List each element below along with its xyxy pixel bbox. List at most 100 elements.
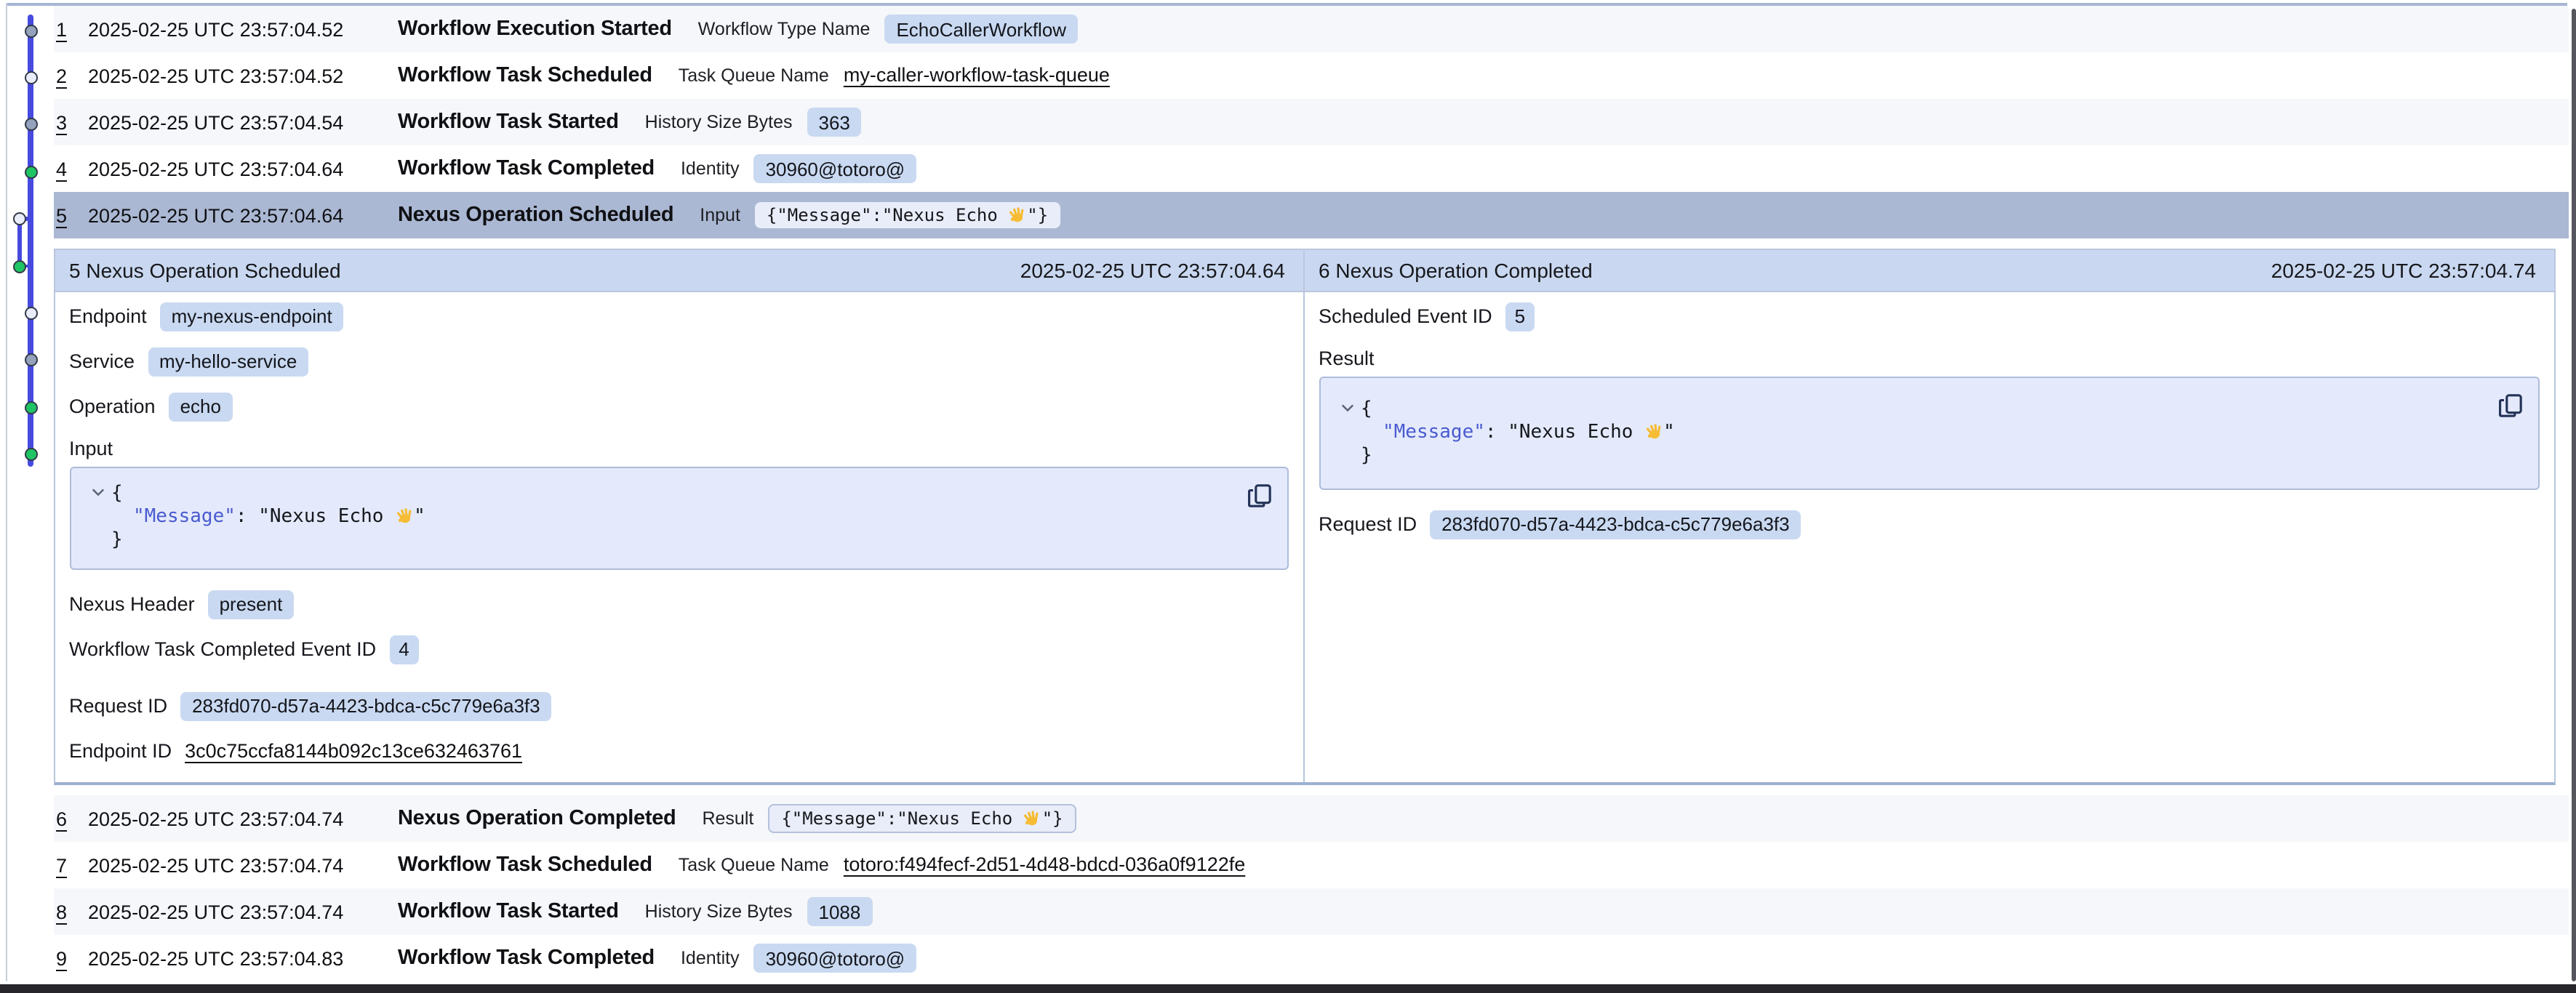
event-row-9[interactable]: 92025-02-25 UTC 23:57:04.83 Workflow Task… bbox=[53, 935, 2568, 981]
event-row-6[interactable]: 62025-02-25 UTC 23:57:04.74Nexus Operati… bbox=[53, 795, 2568, 842]
event-timestamp: 2025-02-25 UTC 23:57:04.83 bbox=[88, 947, 373, 969]
json-line: "Message": "Nexus Echo " bbox=[1340, 422, 2520, 445]
copy-button[interactable] bbox=[1246, 483, 1272, 509]
json-line: } bbox=[91, 530, 1269, 553]
chevron-down-icon[interactable] bbox=[91, 483, 111, 506]
chevron-down-icon[interactable] bbox=[1340, 398, 1361, 422]
attribute-value-chip: EchoCallerWorkflow bbox=[884, 15, 1078, 44]
event-row-4[interactable]: 42025-02-25 UTC 23:57:04.64Workflow Task… bbox=[53, 145, 2568, 192]
timeline-event-dot-scheduled[interactable] bbox=[13, 212, 26, 225]
attribute-value-chip: 1088 bbox=[807, 897, 873, 926]
timeline-branch-line bbox=[17, 219, 21, 266]
detail-field-label: Input bbox=[69, 429, 1288, 467]
event-id-link[interactable]: 1 bbox=[56, 18, 87, 40]
scrollbar[interactable] bbox=[2567, 6, 2576, 981]
attribute-value-link[interactable]: 3c0c75ccfa8144b092c13ce632463761 bbox=[185, 740, 522, 762]
event-attribute-value: {"Message":"Nexus Echo "} bbox=[755, 202, 1060, 228]
event-attribute-value: 363 bbox=[807, 108, 862, 137]
event-timestamp: 2025-02-25 UTC 23:57:04.64 bbox=[88, 158, 373, 180]
scrollbar-thumb[interactable] bbox=[2571, 9, 2576, 981]
event-row-8[interactable]: 82025-02-25 UTC 23:57:04.74 Workflow Task… bbox=[53, 888, 2568, 935]
json-payload-viewer: {"Message": "Nexus Echo "} bbox=[1319, 377, 2539, 490]
panel-body: Endpointmy-nexus-endpointServicemy-hello… bbox=[55, 292, 1303, 773]
copy-button[interactable] bbox=[2497, 393, 2523, 419]
json-line: } bbox=[1340, 446, 2520, 469]
detail-field-label: Result bbox=[1319, 339, 2539, 377]
event-row-7[interactable]: 72025-02-25 UTC 23:57:04.74 Workflow Task… bbox=[53, 842, 2568, 888]
event-name: Workflow Task Scheduled bbox=[398, 853, 652, 877]
event-rows-top: 12025-02-25 UTC 23:57:04.52Workflow Exec… bbox=[53, 6, 2568, 238]
event-attribute-label: Workflow Type Name bbox=[698, 19, 871, 39]
attribute-value-chip: 4 bbox=[389, 635, 418, 664]
event-attribute-value: totoro:f494fecf-2d51-4d48-bdcd-036a0f912… bbox=[844, 852, 1245, 878]
panel-timestamp: 2025-02-25 UTC 23:57:04.74 bbox=[2271, 259, 2536, 282]
event-id-link[interactable]: 3 bbox=[56, 111, 87, 133]
event-history-table: 12025-02-25 UTC 23:57:04.52Workflow Exec… bbox=[53, 6, 2568, 981]
event-attribute-value: EchoCallerWorkflow bbox=[884, 15, 1078, 44]
attribute-value-chip: my-nexus-endpoint bbox=[160, 302, 344, 331]
event-timestamp: 2025-02-25 UTC 23:57:04.74 bbox=[88, 808, 373, 829]
event-id-link[interactable]: 6 bbox=[56, 808, 87, 829]
attribute-value-chip: 5 bbox=[1505, 302, 1535, 331]
event-detail-panels: 5 Nexus Operation Scheduled 2025-02-25 U… bbox=[53, 249, 2555, 785]
event-name: Workflow Task Started bbox=[398, 110, 619, 134]
bottom-edge bbox=[0, 984, 2576, 993]
json-key: "Message" bbox=[133, 506, 236, 528]
detail-field-label: Endpoint bbox=[69, 305, 147, 327]
event-attribute-value: my-caller-workflow-task-queue bbox=[844, 63, 1110, 89]
event-attribute-label: Task Queue Name bbox=[679, 855, 829, 875]
event-id-link[interactable]: 7 bbox=[56, 854, 87, 876]
event-timestamp: 2025-02-25 UTC 23:57:04.54 bbox=[88, 111, 373, 133]
event-attribute-value: 30960@totoro@ bbox=[754, 154, 917, 183]
attribute-value-chip: 283fd070-d57a-4423-bdca-c5c779e6a3f3 bbox=[180, 691, 552, 720]
event-row-5[interactable]: 52025-02-25 UTC 23:57:04.64Nexus Operati… bbox=[53, 192, 2568, 238]
attribute-value-link[interactable]: my-caller-workflow-task-queue bbox=[844, 64, 1110, 86]
waving-hand-emoji bbox=[1008, 205, 1027, 224]
detail-field: Operationecho bbox=[69, 384, 1288, 429]
attribute-value-link[interactable]: totoro:f494fecf-2d51-4d48-bdcd-036a0f912… bbox=[844, 853, 1245, 875]
json-line: { bbox=[1340, 398, 2520, 422]
detail-field-label: Scheduled Event ID bbox=[1319, 305, 1492, 327]
event-id-link[interactable]: 9 bbox=[56, 947, 87, 969]
event-timestamp: 2025-02-25 UTC 23:57:04.74 bbox=[88, 901, 373, 922]
event-row-2[interactable]: 22025-02-25 UTC 23:57:04.52Workflow Task… bbox=[53, 52, 2568, 99]
waving-hand-emoji bbox=[1644, 422, 1663, 441]
timeline-event-dot-neutral[interactable] bbox=[24, 24, 37, 37]
event-timestamp: 2025-02-25 UTC 23:57:04.74 bbox=[88, 854, 373, 876]
event-id-link[interactable]: 2 bbox=[56, 65, 87, 87]
panel-title: 5 Nexus Operation Scheduled bbox=[69, 259, 341, 282]
timeline-event-dot-completed[interactable] bbox=[24, 401, 37, 414]
timeline-event-dot-scheduled[interactable] bbox=[24, 307, 37, 320]
detail-field: Nexus Headerpresent bbox=[69, 582, 1288, 627]
event-row-3[interactable]: 32025-02-25 UTC 23:57:04.54 Workflow Task… bbox=[53, 99, 2568, 145]
timeline-event-dot-completed[interactable] bbox=[24, 448, 37, 461]
event-name: Workflow Execution Started bbox=[398, 17, 672, 41]
event-timeline bbox=[0, 0, 52, 993]
attribute-value-chip: 30960@totoro@ bbox=[754, 154, 917, 183]
event-id-link[interactable]: 8 bbox=[56, 901, 87, 922]
event-attribute-label: History Size Bytes bbox=[645, 901, 793, 922]
timeline-event-dot-completed[interactable] bbox=[24, 165, 37, 178]
event-attribute-label: Identity bbox=[681, 948, 740, 968]
timeline-event-dot-neutral[interactable] bbox=[24, 354, 37, 367]
event-name: Workflow Task Started bbox=[398, 900, 619, 923]
event-attribute-label: Input bbox=[700, 205, 740, 225]
event-attribute-value: 30960@totoro@ bbox=[754, 944, 917, 973]
attribute-value-chip: echo bbox=[169, 392, 233, 421]
timeline-event-dot-neutral[interactable] bbox=[24, 118, 37, 132]
timeline-event-dot-completed[interactable] bbox=[13, 260, 26, 273]
waving-hand-emoji bbox=[1023, 808, 1042, 827]
event-name: Nexus Operation Scheduled bbox=[398, 204, 673, 227]
event-name: Workflow Task Completed bbox=[398, 946, 655, 970]
json-line: "Message": "Nexus Echo " bbox=[91, 506, 1269, 529]
attribute-value-chip: 283fd070-d57a-4423-bdca-c5c779e6a3f3 bbox=[1430, 510, 1801, 539]
event-id-link[interactable]: 4 bbox=[56, 158, 87, 180]
timeline-event-dot-scheduled[interactable] bbox=[24, 71, 37, 84]
event-attribute-value: 1088 bbox=[807, 897, 873, 926]
event-id-link[interactable]: 5 bbox=[56, 204, 87, 226]
detail-field-label: Request ID bbox=[69, 695, 167, 717]
event-row-1[interactable]: 12025-02-25 UTC 23:57:04.52Workflow Exec… bbox=[53, 6, 2568, 52]
panel-timestamp: 2025-02-25 UTC 23:57:04.64 bbox=[1020, 259, 1285, 282]
json-payload-viewer: {"Message": "Nexus Echo "} bbox=[69, 467, 1288, 570]
json-line: { bbox=[91, 483, 1269, 506]
